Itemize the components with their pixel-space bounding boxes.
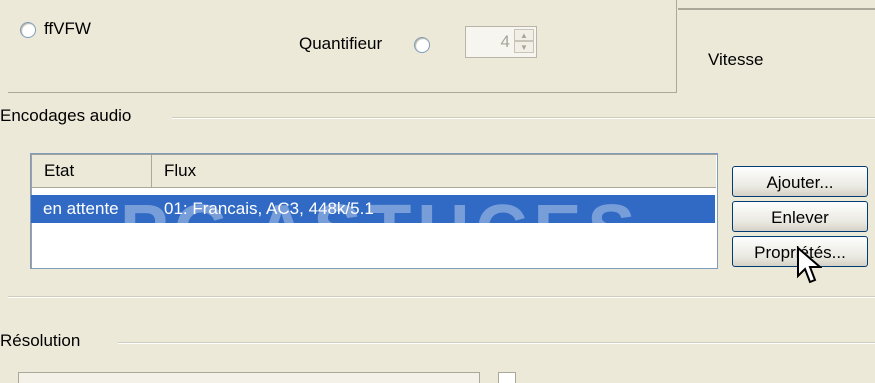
resolution-group-line [118, 342, 875, 344]
spin-down-icon[interactable]: ▼ [514, 41, 534, 53]
section-divider [8, 296, 875, 298]
row-stream: 01: Francais, AC3, 448k/5.1 [164, 199, 374, 218]
speed-panel: Vitesse [678, 8, 875, 94]
audio-group-line [172, 117, 875, 119]
quantifier-spinbox[interactable]: 4 ▲ ▼ [465, 26, 537, 58]
ffvfw-radio[interactable] [20, 22, 36, 38]
add-button[interactable]: Ajouter... [732, 166, 868, 197]
speed-label: Vitesse [708, 50, 764, 69]
remove-button[interactable]: Enlever [732, 201, 868, 232]
table-row[interactable]: en attente 01: Francais, AC3, 448k/5.1 [31, 195, 715, 223]
column-header-state[interactable]: Etat [32, 155, 152, 187]
audio-group-label: Encodages audio [0, 106, 138, 126]
quantifier-label: Quantifieur [299, 34, 383, 53]
quantifier-radio[interactable] [414, 37, 430, 53]
spin-up-icon[interactable]: ▲ [514, 29, 534, 41]
column-header-stream[interactable]: Flux [152, 155, 716, 187]
mouse-cursor-icon [797, 246, 822, 284]
list-header: Etat Flux [32, 155, 716, 188]
ffvfw-label: ffVFW [44, 19, 91, 38]
quantifier-value: 4 [500, 32, 510, 51]
spin-buttons: ▲ ▼ [514, 29, 534, 55]
resolution-group-label: Résolution [0, 331, 87, 351]
row-state: en attente [43, 199, 119, 218]
